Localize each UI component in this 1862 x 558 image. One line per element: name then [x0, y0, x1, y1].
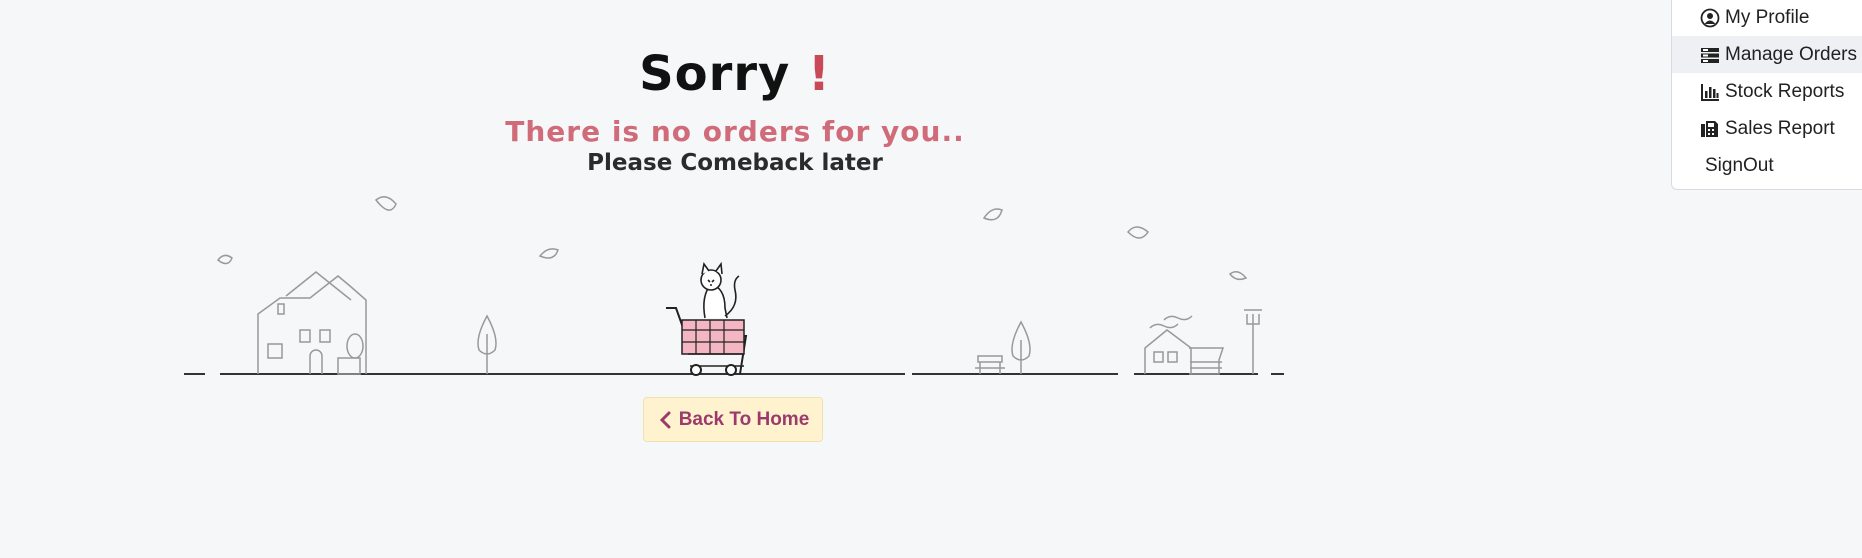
menu-item-label: My Profile: [1725, 6, 1810, 28]
title-exclamation: !: [808, 46, 831, 102]
title-text: Sorry: [639, 46, 791, 102]
menu-item-label: Stock Reports: [1725, 80, 1845, 102]
bar-chart-icon: [1701, 83, 1719, 101]
back-to-home-button[interactable]: Back To Home: [643, 397, 823, 442]
menu-item-my-profile[interactable]: My Profile: [1672, 0, 1862, 36]
menu-item-signout[interactable]: SignOut: [1672, 147, 1862, 184]
chevron-left-icon: [657, 411, 675, 429]
empty-orders-hero: Sorry ! There is no orders for you.. Ple…: [0, 0, 1300, 460]
empty-message: There is no orders for you..: [505, 115, 965, 148]
back-to-home-label: Back To Home: [678, 408, 810, 430]
empty-cart-illustration: [184, 196, 1284, 376]
street-lamp-icon: [1244, 309, 1262, 374]
menu-item-stock-reports[interactable]: Stock Reports: [1672, 73, 1862, 110]
user-circle-icon: [1700, 8, 1720, 27]
menu-item-label: Manage Orders: [1725, 43, 1858, 65]
cat-icon: [700, 261, 740, 319]
user-dropdown-menu: My Profile Manage Orders Stock Reports S…: [1671, 0, 1862, 190]
bench-icon: [975, 355, 1005, 374]
page-title: Sorry !: [0, 46, 1470, 102]
fax-icon: [1701, 120, 1718, 137]
menu-item-sales-report[interactable]: Sales Report: [1672, 110, 1862, 147]
menu-item-manage-orders[interactable]: Manage Orders: [1672, 36, 1862, 73]
tree-icon: [477, 314, 1031, 374]
orders-icon: [1701, 47, 1719, 63]
menu-item-label: Sales Report: [1725, 117, 1835, 139]
empty-submessage: Please Comeback later: [587, 150, 883, 176]
menu-item-label: SignOut: [1705, 154, 1774, 176]
house-left-icon: [257, 271, 367, 375]
house-right-icon: [1144, 315, 1225, 375]
shopping-cart-icon: [666, 307, 748, 376]
falling-leaves: [216, 196, 1248, 281]
